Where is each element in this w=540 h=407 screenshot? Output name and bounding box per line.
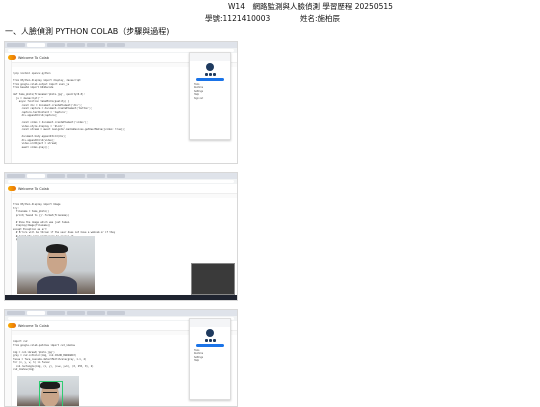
account-icon[interactable] [204,339,208,342]
browser-tab[interactable] [27,311,45,315]
browser-tab[interactable] [67,311,85,315]
cell-gutter [5,328,12,406]
browser-tab[interactable] [7,311,25,315]
taskbar [5,295,237,300]
panel-icons [190,339,230,342]
browser-tab[interactable] [87,43,105,47]
share-icon[interactable] [212,73,216,76]
browser-tab[interactable] [47,311,65,315]
code-line[interactable]: await video.play(); [13,146,125,150]
browser-tab[interactable] [7,43,25,47]
browser-tab[interactable] [107,174,125,178]
manage-account-button[interactable] [196,78,224,81]
settings-icon[interactable] [208,339,212,342]
account-icon[interactable] [204,73,208,76]
browser-tab[interactable] [27,43,45,47]
browser-tab[interactable] [67,174,85,178]
browser-tab[interactable] [87,311,105,315]
notebook-name[interactable]: Welcome To Colab [18,187,49,191]
notebook-name[interactable]: Welcome To Colab [18,324,49,328]
cell-gutter [5,191,12,300]
panel-item[interactable]: Sign out [190,97,230,100]
screenshot-1: Welcome To Colab !pip install opencv-pyt… [4,41,238,164]
camera-preview [191,263,235,295]
code-line[interactable]: cv2_imshow(img) [13,368,94,372]
account-panel: Tools Runtime Settings Help [189,318,231,400]
browser-tab[interactable] [7,174,25,178]
share-icon[interactable] [212,339,216,342]
code-cell[interactable]: !pip install opencv-python from IPython.… [13,72,125,149]
menu-bar[interactable] [5,194,237,198]
settings-icon[interactable] [208,73,212,76]
panel-icons [190,73,230,76]
browser-tab[interactable] [107,43,125,47]
cell-gutter [5,60,12,163]
screenshot-3: Welcome To Colab import cv2 from google.c… [4,309,238,407]
colab-toolbar: Welcome To Colab [5,184,237,194]
browser-tab[interactable] [47,174,65,178]
student-name: 姓名:施柏辰 [300,14,341,23]
face-bounding-box [39,381,63,406]
notebook-name[interactable]: Welcome To Colab [18,56,49,60]
screenshot-2: Welcome To Colab from IPython.display im… [4,172,238,301]
avatar[interactable] [206,329,214,337]
code-line[interactable]: const stream = await navigator.mediaDevi… [13,128,126,132]
webcam-photo [17,236,95,294]
browser-tab[interactable] [87,174,105,178]
section-heading: 一、人臉偵測 PYTHON COLAB（步驟與過程) [5,27,170,36]
browser-tab[interactable] [27,174,45,178]
code-line[interactable]: # Errors will be thrown if the user does… [13,231,115,235]
document-title: W14 網路監測與人臉偵測 學習歷程 20250515 [228,2,393,11]
browser-tab[interactable] [67,43,85,47]
browser-tab[interactable] [107,311,125,315]
face-detection-result [17,376,79,406]
code-cell[interactable]: import cv2 from google.colab.patches impo… [13,340,94,372]
manage-account-button[interactable] [196,344,224,347]
account-panel: Tools Runtime Settings Help Sign out [189,52,231,140]
panel-item[interactable]: Help [190,359,230,362]
avatar[interactable] [206,63,214,71]
browser-tab[interactable] [47,43,65,47]
